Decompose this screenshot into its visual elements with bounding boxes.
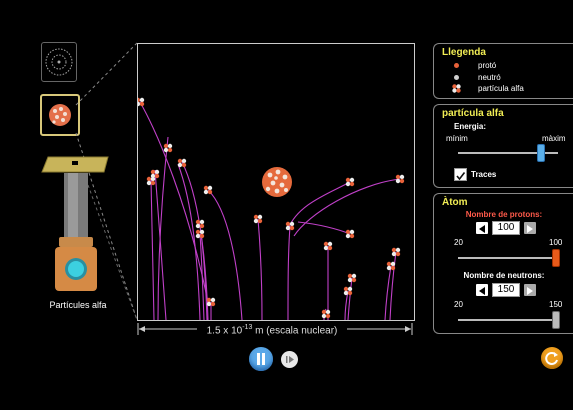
neutrons-slider-thumb[interactable]	[552, 311, 560, 329]
arrow-left-icon	[479, 287, 485, 295]
particle-traces	[135, 97, 405, 321]
legend-title: Llegenda	[442, 47, 486, 58]
source-label: Partícules alfa	[49, 300, 107, 310]
energy-min-label: mínim	[446, 134, 468, 143]
neutrons-increment-button[interactable]	[524, 284, 536, 296]
protons-max-label: 100	[549, 238, 563, 247]
neutrons-max-label: 150	[549, 300, 563, 309]
traces-label: Traces	[471, 170, 497, 179]
legend-item-alpha: partícula alfa	[452, 84, 562, 94]
pause-icon	[257, 353, 265, 365]
alpha-gun-icon	[41, 156, 109, 291]
legend-item-proton: protó	[454, 61, 564, 71]
checkmark-icon	[456, 172, 466, 181]
protons-slider-thumb[interactable]	[552, 249, 560, 267]
neutrons-slider-track[interactable]	[458, 319, 556, 321]
alpha-particle	[135, 97, 145, 107]
protons-increment-button[interactable]	[524, 222, 536, 234]
reset-button[interactable]	[541, 347, 563, 369]
scale-label: 1.5 x 10-13 m (escala nuclear)	[206, 324, 338, 337]
protons-decrement-button[interactable]	[476, 222, 488, 234]
alpha-particle-panel: partícula alfa Energia: mínim màxim Trac…	[433, 104, 573, 188]
neutrons-label: Nombre de neutrons:	[463, 271, 545, 280]
alpha-particle-icon	[452, 84, 461, 93]
protons-label: Nombre de protons:	[465, 210, 543, 219]
atom-panel: Àtom Nombre de protons: 100 20 100 Nombr…	[433, 193, 573, 334]
trace-lines	[139, 101, 401, 321]
protons-min-label: 20	[454, 238, 463, 247]
step-forward-icon	[286, 356, 294, 363]
neutrons-value-field[interactable]: 150	[492, 283, 520, 297]
atom-panel-title: Àtom	[442, 197, 468, 208]
alpha-source	[38, 155, 112, 295]
energy-label: Energia:	[454, 122, 487, 131]
arrow-left-icon	[479, 225, 485, 233]
protons-slider-track[interactable]	[458, 257, 556, 259]
pause-button[interactable]	[249, 347, 273, 371]
traces-checkbox[interactable]	[454, 168, 467, 181]
neutrons-min-label: 20	[454, 300, 463, 309]
protons-value-field[interactable]: 100	[492, 221, 520, 235]
neutrons-decrement-button[interactable]	[476, 284, 488, 296]
energy-max-label: màxim	[542, 134, 566, 143]
arrow-right-icon	[527, 225, 533, 233]
arrow-right-icon	[527, 287, 533, 295]
alpha-particle	[163, 143, 173, 153]
gold-nucleus	[262, 167, 292, 197]
alpha-particles	[135, 97, 405, 319]
legend-item-neutron: neutró	[454, 73, 564, 83]
step-button[interactable]	[281, 351, 298, 368]
proton-dot-icon	[454, 63, 459, 68]
energy-slider-thumb[interactable]	[537, 144, 545, 162]
scattering-scene	[135, 43, 415, 321]
neutron-dot-icon	[454, 75, 459, 80]
alpha-panel-title: partícula alfa	[442, 108, 504, 119]
alpha-particle	[321, 309, 331, 319]
reset-icon	[545, 352, 558, 365]
legend-panel: Llegenda protó neutró partícula alfa	[433, 43, 573, 99]
